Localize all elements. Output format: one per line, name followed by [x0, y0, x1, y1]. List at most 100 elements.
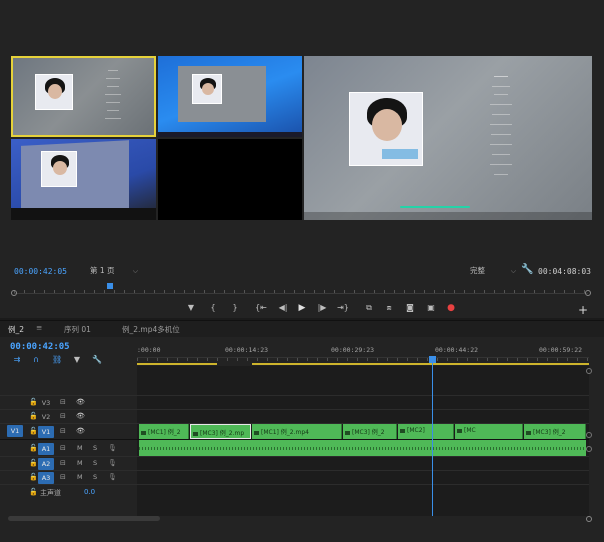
work-area-bar[interactable] [137, 363, 217, 365]
ruler-tick [564, 290, 565, 293]
insert-button[interactable]: ⧉ [362, 301, 376, 315]
timeline-clip-selected[interactable]: [MC3] 例_2.mp [190, 424, 251, 439]
camera-angle-3[interactable] [11, 139, 156, 220]
step-back-button[interactable]: ◀| [276, 301, 290, 315]
camera-angle-4[interactable] [158, 139, 302, 220]
vertical-zoom-handle[interactable] [586, 446, 592, 452]
solo-button[interactable]: S [93, 444, 97, 452]
playback-resolution-select[interactable]: 完整 ⌵ [470, 265, 518, 277]
ruler-label: 00:00:14:23 [225, 346, 269, 354]
eye-icon[interactable]: 👁 [76, 412, 85, 420]
wrench-icon[interactable]: 🔧 [521, 264, 533, 276]
audio-clip-a1[interactable] [139, 440, 586, 456]
add-marker-icon[interactable]: ▼ [72, 355, 82, 365]
ruler-tick [294, 290, 295, 293]
ruler-tick [497, 358, 498, 361]
play-button[interactable]: ▶ [295, 301, 309, 315]
timeline-clip[interactable]: [MC2] [398, 424, 454, 439]
camera-icon[interactable]: ◙ [403, 301, 417, 315]
step-forward-button[interactable]: |▶ [315, 301, 329, 315]
button-editor-add-button[interactable]: + [577, 304, 589, 316]
go-to-in-button[interactable]: {⇤ [254, 301, 268, 315]
timeline-clip[interactable]: [MC3] 例_2 [524, 424, 586, 439]
monitor-playhead-timecode[interactable]: 00:00:42:05 [14, 267, 67, 276]
sync-lock-icon[interactable]: ⊟ [60, 427, 66, 435]
multicam-toggle-button[interactable]: ▣ [424, 301, 438, 315]
work-area-bar[interactable] [252, 363, 589, 365]
track-header-v3: 🔓 V3 ⊟ 👁 [0, 396, 137, 410]
magnet-snap-icon[interactable]: ∩ [31, 355, 41, 365]
track-name[interactable]: A1 [38, 443, 54, 455]
page-select[interactable]: 第 1 页 ⌵ [90, 265, 140, 277]
solo-button[interactable]: S [93, 459, 97, 467]
insert-nest-icon[interactable]: ⇉ [12, 355, 22, 365]
timeline-clip[interactable]: [MC1] 例_2 [139, 424, 189, 439]
monitor-zoom-end-handle[interactable] [585, 290, 591, 296]
sync-lock-icon[interactable]: ⊟ [60, 473, 66, 481]
go-to-out-button[interactable]: ⇥} [336, 301, 350, 315]
tab-sequence-01[interactable]: 序列 01 [64, 324, 91, 335]
eye-icon[interactable]: 👁 [76, 427, 85, 435]
mark-in-button[interactable]: { [206, 301, 220, 315]
track-name[interactable]: V2 [38, 411, 54, 423]
lock-icon[interactable]: 🔓 [29, 412, 38, 420]
track-name[interactable]: V1 [38, 426, 54, 438]
timeline-settings-wrench-icon[interactable]: 🔧 [92, 355, 102, 365]
microphone-icon[interactable]: 🎙 [108, 444, 117, 452]
lock-icon[interactable]: 🔓 [29, 459, 38, 467]
sync-lock-icon[interactable]: ⊟ [60, 444, 66, 452]
mute-button[interactable]: M [77, 473, 83, 481]
tab-multicam[interactable]: 例_2.mp4多机位 [122, 324, 180, 335]
ruler-tick [327, 358, 328, 361]
overwrite-button[interactable]: ⧈ [382, 301, 396, 315]
lock-icon[interactable]: 🔓 [29, 444, 38, 452]
timeline-zoom-end-handle[interactable] [586, 516, 592, 522]
sync-lock-icon[interactable]: ⊟ [60, 398, 66, 406]
track-name[interactable]: A2 [38, 458, 54, 470]
camera-angle-1[interactable] [11, 56, 156, 137]
eye-icon[interactable]: 👁 [76, 398, 85, 406]
ruler-tick [344, 290, 345, 293]
ruler-tick [407, 358, 408, 361]
linked-selection-icon[interactable]: ⛓ [52, 355, 62, 365]
timeline-playhead-timecode[interactable]: 00:00:42:05 [10, 342, 70, 352]
monitor-time-ruler[interactable] [14, 282, 588, 296]
solo-button[interactable]: S [93, 473, 97, 481]
vertical-zoom-handle[interactable] [586, 432, 592, 438]
ruler-tick [454, 290, 455, 293]
monitor-zoom-start-handle[interactable] [11, 290, 17, 296]
mark-out-button[interactable]: } [228, 301, 242, 315]
microphone-icon[interactable]: 🎙 [108, 473, 117, 481]
timeline-clip[interactable]: [MC3] 例_2 [343, 424, 397, 439]
monitor-playhead-marker[interactable] [107, 283, 113, 289]
timeline-time-ruler[interactable]: :00:00 00:00:14:23 00:00:29:23 00:00:44:… [137, 346, 589, 366]
tab-menu-icon[interactable]: ≡ [36, 323, 42, 332]
timeline-clip[interactable]: [MC [455, 424, 523, 439]
ruler-tick [217, 358, 218, 361]
tab-sequence-active[interactable]: 例_2 [8, 324, 24, 335]
track-name[interactable]: V3 [38, 397, 54, 409]
timeline-playhead-line[interactable] [432, 358, 433, 516]
lock-icon[interactable]: 🔓 [29, 427, 38, 435]
ruler-tick [247, 358, 248, 361]
record-button[interactable]: ● [444, 301, 458, 315]
mute-button[interactable]: M [77, 444, 83, 452]
timeline-horizontal-scrollbar[interactable] [8, 516, 160, 521]
sync-lock-icon[interactable]: ⊟ [60, 412, 66, 420]
camera-angle-2[interactable] [158, 56, 302, 137]
vertical-zoom-handle-top[interactable] [586, 368, 592, 374]
lock-icon[interactable]: 🔓 [29, 473, 38, 481]
ruler-label: 00:00:59:22 [539, 346, 583, 354]
microphone-icon[interactable]: 🎙 [108, 459, 117, 467]
timeline-playhead-marker[interactable] [429, 356, 436, 363]
lock-icon[interactable]: 🔓 [29, 398, 38, 406]
timeline-clip[interactable]: [MC1] 例_2.mp4 [252, 424, 342, 439]
ruler-tick [364, 290, 365, 293]
master-volume-value[interactable]: 0.0 [84, 488, 95, 496]
sync-lock-icon[interactable]: ⊟ [60, 459, 66, 467]
ruler-tick [574, 290, 575, 293]
add-marker-button[interactable]: ▼ [184, 301, 198, 315]
mute-button[interactable]: M [77, 459, 83, 467]
lock-icon[interactable]: 🔓 [29, 488, 38, 496]
track-name[interactable]: A3 [38, 472, 54, 484]
